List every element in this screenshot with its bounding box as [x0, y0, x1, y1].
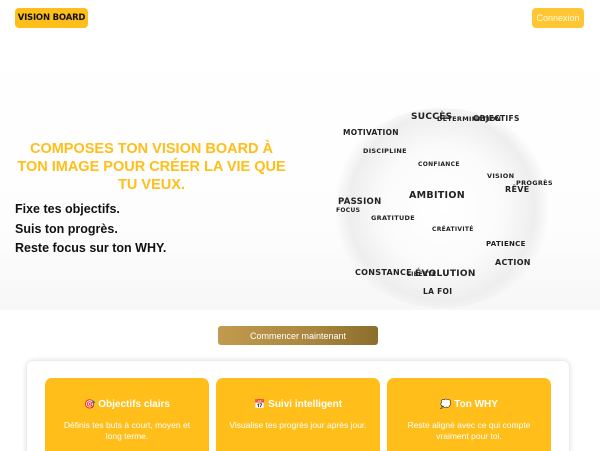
feature-card-tracking: 📅 Suivi intelligent Visualise tes progrè… [216, 378, 380, 451]
tagline-progress: Suis ton progrès. [15, 221, 118, 236]
word-ambition: AMBITION [409, 190, 466, 201]
word-motivation: MOTIVATION [343, 128, 399, 137]
word-vision: VISION [487, 172, 515, 180]
word-patience: PATIENCE [486, 240, 526, 248]
word-la-foi: LA FOI [423, 287, 453, 296]
logo[interactable]: VISION BOARD [15, 8, 88, 28]
hero-headline: COMPOSES TON VISION BOARD À TON IMAGE PO… [17, 141, 286, 193]
speech-bubble-icon: 💭 [440, 399, 452, 409]
target-icon: 🎯 [84, 399, 96, 409]
feature-title: Suivi intelligent [268, 399, 343, 410]
word-passion: PASSION [338, 197, 382, 207]
word-creativite: CRÉATIVITÉ [432, 226, 474, 233]
word-evolution: ÉVOLUTION [415, 269, 476, 279]
word-gratitude: GRATITUDE [371, 214, 415, 222]
word-confiance: CONFIANCE [418, 161, 460, 168]
feature-title: Ton WHY [454, 399, 498, 410]
word-action: ACTION [495, 258, 531, 267]
feature-description: Reste aligné avec ce qui compte vraiment… [407, 420, 531, 441]
feature-card-goals: 🎯 Objectifs clairs Définis tes buts à co… [45, 378, 209, 451]
tagline-objectives: Fixe tes objectifs. [15, 202, 120, 216]
login-button[interactable]: Connexion [532, 8, 584, 28]
word-discipline: DISCIPLINE [363, 147, 407, 155]
feature-title: Objectifs clairs [98, 399, 170, 410]
word-focus: FOCUS [336, 207, 361, 214]
tagline-why: Reste focus sur ton WHY. [15, 241, 167, 255]
hero-taglines: Fixe tes objectifs. Suis ton progrès. Re… [15, 200, 166, 259]
word-constance: CONSTANCE [355, 268, 412, 277]
feature-description: Visualise tes progrès jour après jour. [229, 420, 367, 430]
feature-description: Définis tes buts à court, moyen et long … [63, 420, 191, 441]
calendar-icon: 📅 [253, 399, 266, 409]
word-objectifs: OBJECTIFS [473, 114, 520, 123]
word-reve: RÊVE [505, 185, 530, 194]
start-now-button[interactable]: Commencer maintenant [218, 326, 378, 345]
feature-card-why: 💭 Ton WHY Reste aligné avec ce qui compt… [387, 378, 551, 451]
